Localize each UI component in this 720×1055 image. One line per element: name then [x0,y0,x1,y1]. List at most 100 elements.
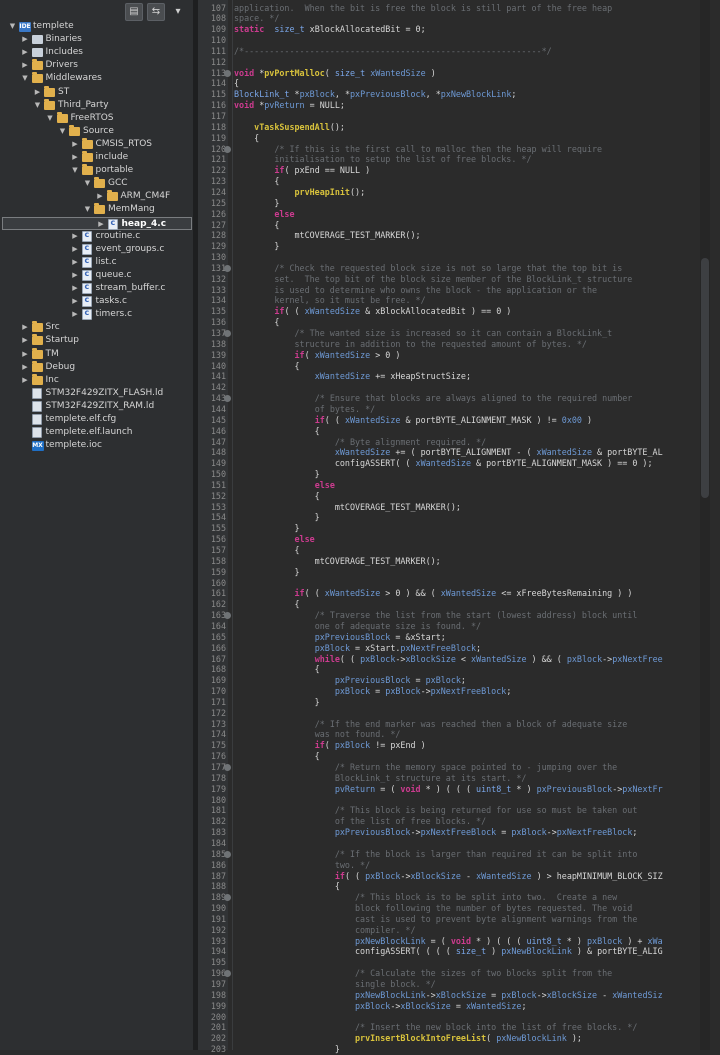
tree-item-portable[interactable]: ▼ portable [0,164,193,177]
code-line[interactable]: { [234,751,320,762]
code-line[interactable]: mtCOVERAGE_TEST_MARKER(); [234,502,461,513]
code-line[interactable]: space. */ [234,13,279,24]
tree-item-gcc[interactable]: ▼ GCC [0,177,193,190]
code-line[interactable]: /*--------------------------------------… [234,46,552,57]
collapse-all-icon[interactable]: ▤ [125,3,143,21]
code-line[interactable]: prvHeapInit(); [234,187,366,198]
editor-scrollbar[interactable] [700,0,710,1050]
chevron-down-icon[interactable]: ▼ [21,72,30,85]
tree-item-event-groups-c[interactable]: ▶ event_groups.c [0,243,193,256]
tree-item-stm32f429zitx-ram-ld[interactable]: STM32F429ZITX_RAM.ld [0,400,193,413]
tree-item-src[interactable]: ▶ Src [0,321,193,334]
tree-item-tasks-c[interactable]: ▶ tasks.c [0,295,193,308]
chevron-right-icon[interactable]: ▶ [71,308,80,321]
fold-toggle-icon[interactable] [224,145,231,153]
tree-item-startup[interactable]: ▶ Startup [0,334,193,347]
code-line[interactable]: { [234,78,239,89]
tree-item-inc[interactable]: ▶ Inc [0,373,193,387]
fold-toggle-icon[interactable] [224,764,231,771]
code-line[interactable]: BlockLink_t structure at its start. */ [234,773,527,784]
link-with-editor-icon[interactable]: ⇆ [147,3,165,21]
code-line[interactable]: pxNewBlockLink = ( void * ) ( ( ( uint8_… [234,936,663,947]
code-line[interactable]: void *pvPortMalloc( size_t xWantedSize ) [234,68,436,79]
chevron-down-icon[interactable]: ▼ [8,20,17,33]
code-line[interactable]: /* This block is to be split into two. C… [234,892,617,903]
tree-item-templete-elf-launch[interactable]: templete.elf.launch [0,426,193,439]
chevron-right-icon[interactable]: ▶ [21,33,30,46]
chevron-down-icon[interactable]: ▼ [33,99,42,112]
code-line[interactable]: pxPreviousBlock = pxBlock; [234,675,466,686]
code-line[interactable]: else [234,209,294,220]
code-line[interactable]: pxNewBlockLink->xBlockSize = pxBlock->xB… [234,990,663,1001]
code-line[interactable]: /* Return the memory space pointed to - … [234,762,617,773]
code-line[interactable]: application. When the bit is free the bl… [234,3,612,14]
code-line[interactable]: { [234,361,300,372]
chevron-right-icon[interactable]: ▶ [71,295,80,308]
tree-item-timers-c[interactable]: ▶ timers.c [0,308,193,321]
code-line[interactable]: pxBlock = xStart.pxNextFreeBlock; [234,643,481,654]
chevron-right-icon[interactable]: ▶ [21,321,30,334]
code-line[interactable]: } [234,512,320,523]
chevron-right-icon[interactable]: ▶ [71,269,80,282]
code-line[interactable]: { [234,545,300,556]
tree-item-debug[interactable]: ▶ Debug [0,360,193,374]
chevron-right-icon[interactable]: ▶ [71,282,80,295]
code-line[interactable]: if( ( xWantedSize & portBYTE_ALIGNMENT_M… [234,415,592,426]
tree-item-tm[interactable]: ▶ TM [0,347,193,361]
code-line[interactable]: } [234,697,320,708]
tree-item-memmang[interactable]: ▼ MemMang [0,203,193,216]
chevron-right-icon[interactable]: ▶ [21,334,30,347]
code-line[interactable]: /* Calculate the sizes of two blocks spl… [234,968,612,979]
code-line[interactable]: if( pxBlock != pxEnd ) [234,740,426,751]
tree-item-arm-cm4f[interactable]: ▶ ARM_CM4F [0,190,193,203]
chevron-right-icon[interactable]: ▶ [71,230,80,243]
chevron-down-icon[interactable]: ▼ [46,112,55,125]
tree-item-binaries[interactable]: ▶ Binaries [0,33,193,46]
code-line[interactable]: /* Traverse the list from the start (low… [234,610,638,621]
code-line[interactable]: two. */ [234,860,370,871]
code-line[interactable]: /* If the block is larger than required … [234,849,638,860]
tree-item-templete-ioc[interactable]: MX templete.ioc [0,439,193,452]
code-line[interactable]: /* Insert the new block into the list of… [234,1022,637,1033]
tree-item-includes[interactable]: ▶ Includes [0,46,193,59]
code-line[interactable]: vTaskSuspendAll(); [234,122,345,133]
tree-item-middlewares[interactable]: ▼ Middlewares [0,72,193,85]
code-line[interactable]: block following the number of bytes requ… [234,903,632,914]
tree-item-templete-elf-cfg[interactable]: templete.elf.cfg [0,413,193,426]
code-line[interactable]: /* Ensure that blocks are always aligned… [234,393,633,404]
code-line[interactable]: } [234,241,279,252]
chevron-right-icon[interactable]: ▶ [71,243,80,256]
code-line[interactable]: } [234,198,279,209]
chevron-right-icon[interactable]: ▶ [21,348,30,361]
fold-toggle-icon[interactable] [224,69,231,77]
tree-item-stream-buffer-c[interactable]: ▶ stream_buffer.c [0,282,193,295]
code-line[interactable]: configASSERT( ( ( ( size_t ) pxNewBlockL… [234,946,663,957]
code-line[interactable]: { [234,664,320,675]
code-line[interactable]: xWantedSize += ( portBYTE_ALIGNMENT - ( … [234,447,663,458]
code-line[interactable]: single block. */ [234,979,436,990]
code-line[interactable]: of bytes. */ [234,404,376,415]
code-line[interactable]: if( xWantedSize > 0 ) [234,350,401,361]
tree-item-include[interactable]: ▶ include [0,151,193,164]
chevron-right-icon[interactable]: ▶ [21,374,30,387]
code-line[interactable]: else [234,534,315,545]
tree-item-templete[interactable]: ▼ IDE templete [0,20,193,33]
code-line[interactable]: if( ( pxBlock->xBlockSize - xWantedSize … [234,871,663,882]
tree-item-third-party[interactable]: ▼ Third_Party [0,98,193,112]
chevron-right-icon[interactable]: ▶ [21,361,30,374]
code-line[interactable]: if( pxEnd == NULL ) [234,165,370,176]
code-line[interactable]: static size_t xBlockAllocatedBit = 0; [234,24,426,35]
code-line[interactable]: cast is used to prevent byte alignment w… [234,914,637,925]
tree-item-cmsis-rtos[interactable]: ▶ CMSIS_RTOS [0,137,193,151]
chevron-right-icon[interactable]: ▶ [97,218,106,231]
code-line[interactable]: was not found. */ [234,729,401,740]
chevron-right-icon[interactable]: ▶ [21,59,30,72]
chevron-down-icon[interactable]: ▼ [83,203,92,216]
tree-item-heap-4-c[interactable]: ▶ heap_4.c [2,216,192,231]
code-line[interactable]: pvReturn = ( void * ) ( ( ( uint8_t * ) … [234,784,663,795]
tree-item-drivers[interactable]: ▶ Drivers [0,59,193,72]
code-line[interactable]: { [234,491,320,502]
code-line[interactable]: xWantedSize += xHeapStructSize; [234,371,471,382]
code-line[interactable]: structure in addition to the requested a… [234,339,587,350]
chevron-right-icon[interactable]: ▶ [96,190,105,203]
